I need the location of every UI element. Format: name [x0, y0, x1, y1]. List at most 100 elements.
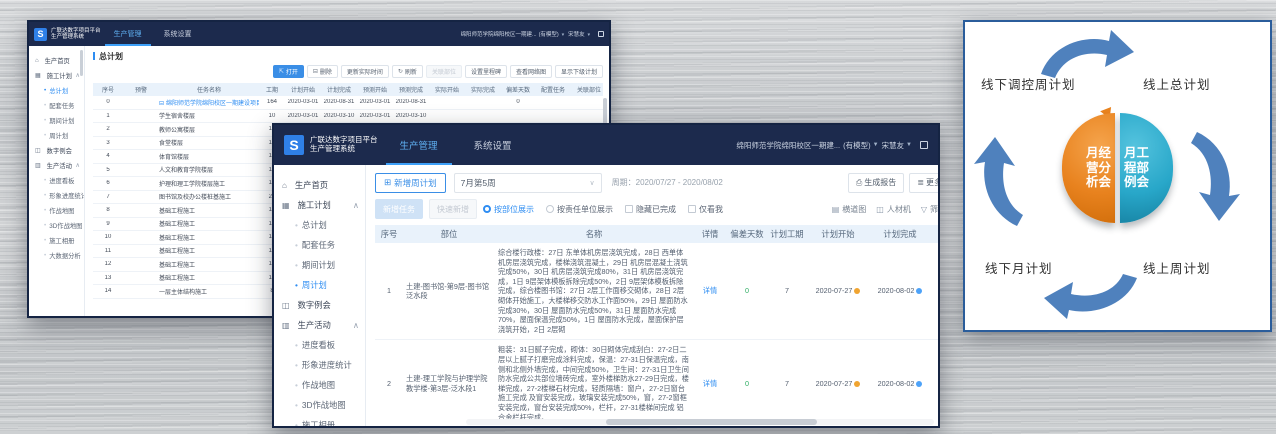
checkbox-only-me[interactable]: 仅看我	[688, 204, 723, 215]
open-button[interactable]: ⇱打开	[273, 65, 304, 78]
table-row[interactable]: 0 ⊟绵阳师范学院绵阳校区一期建设项目 164 2020-03-01 2020-…	[93, 96, 603, 110]
sidebar-item[interactable]: • 形象进度统计	[29, 188, 84, 203]
sidebar-item[interactable]: ▥ 生产活动 ∧	[274, 315, 365, 335]
task-name-cell[interactable]: ⊟教师公寓楼层	[159, 125, 259, 134]
week-plan-toolbar: ⊞新增周计划 7月第5周∨ 周期：2020/07/27 - 2020/08/02…	[375, 172, 938, 193]
checkbox-hide-done[interactable]: 隐藏已完成	[625, 204, 676, 215]
sidebar-item[interactable]: • 总计划	[29, 83, 84, 98]
period-label: 周期：2020/07/27 - 2020/08/02	[612, 177, 723, 188]
task-name-cell[interactable]: ⊟基础工程施工	[159, 233, 259, 242]
sidebar-item[interactable]: • 施工相册	[29, 233, 84, 248]
task-name-cell[interactable]: ⊟一层主体结构施工	[159, 287, 259, 296]
sidebar-scrollbar[interactable]	[80, 50, 83, 76]
open-icon: ⇱	[279, 68, 284, 75]
task-name-cell[interactable]: ⊟基础工程施工	[159, 206, 259, 215]
sidebar-item[interactable]: • 周计划	[274, 275, 365, 295]
task-name-cell[interactable]: ⊟基础工程施工	[159, 246, 259, 255]
sidebar-item[interactable]: ▥ 生产活动 ∧	[29, 158, 84, 173]
set-milestone-button[interactable]: 设置里程碑	[465, 65, 507, 78]
project-selector[interactable]: 绵阳师范学院绵阳校区一期建...	[736, 140, 840, 151]
sidebar-item[interactable]: • 配套任务	[274, 235, 365, 255]
column-header: 计划工期	[767, 228, 807, 240]
radio-by-part[interactable]: 按部位展示	[483, 204, 534, 215]
sidebar-item[interactable]: • 周计划	[29, 128, 84, 143]
plus-doc-icon: ⊞	[384, 177, 391, 188]
sidebar-item[interactable]: • 3D作战地图	[29, 218, 84, 233]
new-week-plan-button[interactable]: ⊞新增周计划	[375, 173, 446, 193]
trash-icon: ⊟	[313, 68, 318, 75]
sidebar-item[interactable]: ⌂ 生产首页	[274, 175, 365, 195]
horizontal-scrollbar[interactable]	[466, 419, 934, 425]
task-name-cell[interactable]: ⊟基础工程施工	[159, 260, 259, 269]
sidebar-item[interactable]: • 进度看板	[29, 173, 84, 188]
sidebar-item[interactable]: • 总计划	[274, 215, 365, 235]
relate-part-button[interactable]: 关联部位	[426, 65, 462, 78]
scrollbar-thumb[interactable]	[606, 419, 817, 425]
gantt-view-button[interactable]: ▤横道图	[832, 204, 867, 215]
task-name-cell[interactable]: ⊟基础工程施工	[159, 273, 259, 282]
refresh-button[interactable]: ↻刷新	[392, 65, 423, 78]
filter-button[interactable]: ▽筛选	[921, 204, 938, 215]
delete-button[interactable]: ⊟删除	[307, 65, 338, 78]
collapse-icon[interactable]: ⊟	[159, 101, 164, 107]
task-name-cell[interactable]: ⊟护理和理工学院楼层施工	[159, 179, 259, 188]
middle-main-area: ⊞新增周计划 7月第5周∨ 周期：2020/07/27 - 2020/08/02…	[366, 165, 938, 428]
table-body: 1 土建-图书馆-第9层-图书馆泛水段 综合楼行政楼：27日 东单体机房层浇筑完…	[375, 243, 938, 428]
user-name[interactable]: 宋慧友	[882, 140, 905, 151]
sidebar-item[interactable]: • 形象进度统计	[274, 355, 365, 375]
nav-production-management[interactable]: 生产管理	[386, 125, 452, 165]
table-row[interactable]: 1 ⊟学生宿舍楼层 10 2020-03-01 2020-03-10 2020-…	[93, 110, 603, 124]
nav-system-settings[interactable]: 系统设置	[460, 125, 526, 165]
chevron-up-icon: ∧	[353, 200, 359, 210]
new-task-button[interactable]: 新增任务	[375, 199, 423, 219]
sidebar-item[interactable]: • 配套任务	[29, 98, 84, 113]
sidebar-item[interactable]: • 进度看板	[274, 335, 365, 355]
sidebar-item[interactable]: • 期间计划	[274, 255, 365, 275]
task-name-cell[interactable]: ⊟学生宿舍楼层	[159, 111, 259, 120]
radio-by-unit[interactable]: 按责任单位展示	[546, 204, 613, 215]
user-name[interactable]: 宋慧友	[568, 30, 585, 38]
sidebar-item[interactable]: • 作战地图	[274, 375, 365, 395]
task-name-cell[interactable]: ⊟绵阳师范学院绵阳校区一期建设项目	[159, 98, 259, 107]
sidebar-item[interactable]: ◫ 数字例会	[274, 295, 365, 315]
nav-system-settings[interactable]: 系统设置	[155, 22, 201, 46]
fullscreen-icon[interactable]	[920, 141, 928, 149]
table-row[interactable]: 1 土建-图书馆-第9层-图书馆泛水段 综合楼行政楼：27日 东单体机房层浇筑完…	[375, 243, 938, 340]
quick-add-button[interactable]: 快速新增	[429, 199, 477, 219]
nav-production-management[interactable]: 生产管理	[105, 22, 151, 46]
sidebar-item[interactable]: ▦ 施工计划 ∧	[274, 195, 365, 215]
task-name-cell[interactable]: ⊟食堂楼层	[159, 138, 259, 147]
sidebar-item[interactable]: • 作战地图	[29, 203, 84, 218]
update-actual-time-button[interactable]: 更新实际时间	[341, 65, 389, 78]
manpower-button[interactable]: ◫人材机	[876, 204, 911, 215]
generate-report-button[interactable]: ⎙生成报告	[848, 173, 904, 193]
detail-link[interactable]: 详情	[693, 281, 727, 301]
week-select-dropdown[interactable]: 7月第5周∨	[454, 173, 602, 193]
more-button[interactable]: ≣更多	[909, 173, 938, 193]
task-name-cell[interactable]: ⊟人文和教育学院楼层	[159, 165, 259, 174]
task-name-cell[interactable]: ⊟体育馆楼层	[159, 152, 259, 161]
bullet-icon: •	[44, 252, 46, 259]
table-row[interactable]: 2 土建-理工学院与护理学院教学楼-第3层-泛水段1 粗装：31日腻子完成，砌体…	[375, 340, 938, 428]
detail-link[interactable]: 详情	[693, 374, 727, 394]
column-header: 偏差天数	[501, 85, 535, 94]
chevron-down-icon: ▼	[587, 32, 591, 37]
sidebar-item[interactable]: ◫ 数字例会	[29, 143, 84, 158]
app-title: 广联达数字项目平台 生产管理系统	[310, 136, 378, 153]
table-header-row: 序号预警任务名称工期计划开始计划完成预测开始预测完成实际开始实际完成偏差天数配置…	[93, 83, 603, 96]
show-sublevel-button[interactable]: 显示下级计划	[555, 65, 603, 78]
task-name-cell[interactable]: ⊟图书馆及校办公楼桩基施工	[159, 192, 259, 201]
view-network-button[interactable]: 查看网络图	[510, 65, 552, 78]
project-selector[interactable]: 绵阳师范学院绵阳校区一期建...	[461, 30, 537, 38]
bullet-icon: •	[44, 117, 46, 124]
task-name-cell[interactable]: ⊟基础工程施工	[159, 219, 259, 228]
sidebar-item[interactable]: • 期间计划	[29, 113, 84, 128]
sidebar-item-label: 3D作战地图	[302, 399, 346, 411]
fullscreen-icon[interactable]	[598, 31, 604, 37]
sidebar-item[interactable]: ▦ 施工计划 ∧	[29, 68, 84, 83]
sidebar-item[interactable]: • 施工相册	[274, 415, 365, 428]
sidebar-item[interactable]: • 大数据分析	[29, 248, 84, 263]
sidebar-section-icon: ◫	[35, 147, 41, 154]
sidebar-item[interactable]: • 3D作战地图	[274, 395, 365, 415]
sidebar-item[interactable]: ⌂ 生产首页	[29, 53, 84, 68]
